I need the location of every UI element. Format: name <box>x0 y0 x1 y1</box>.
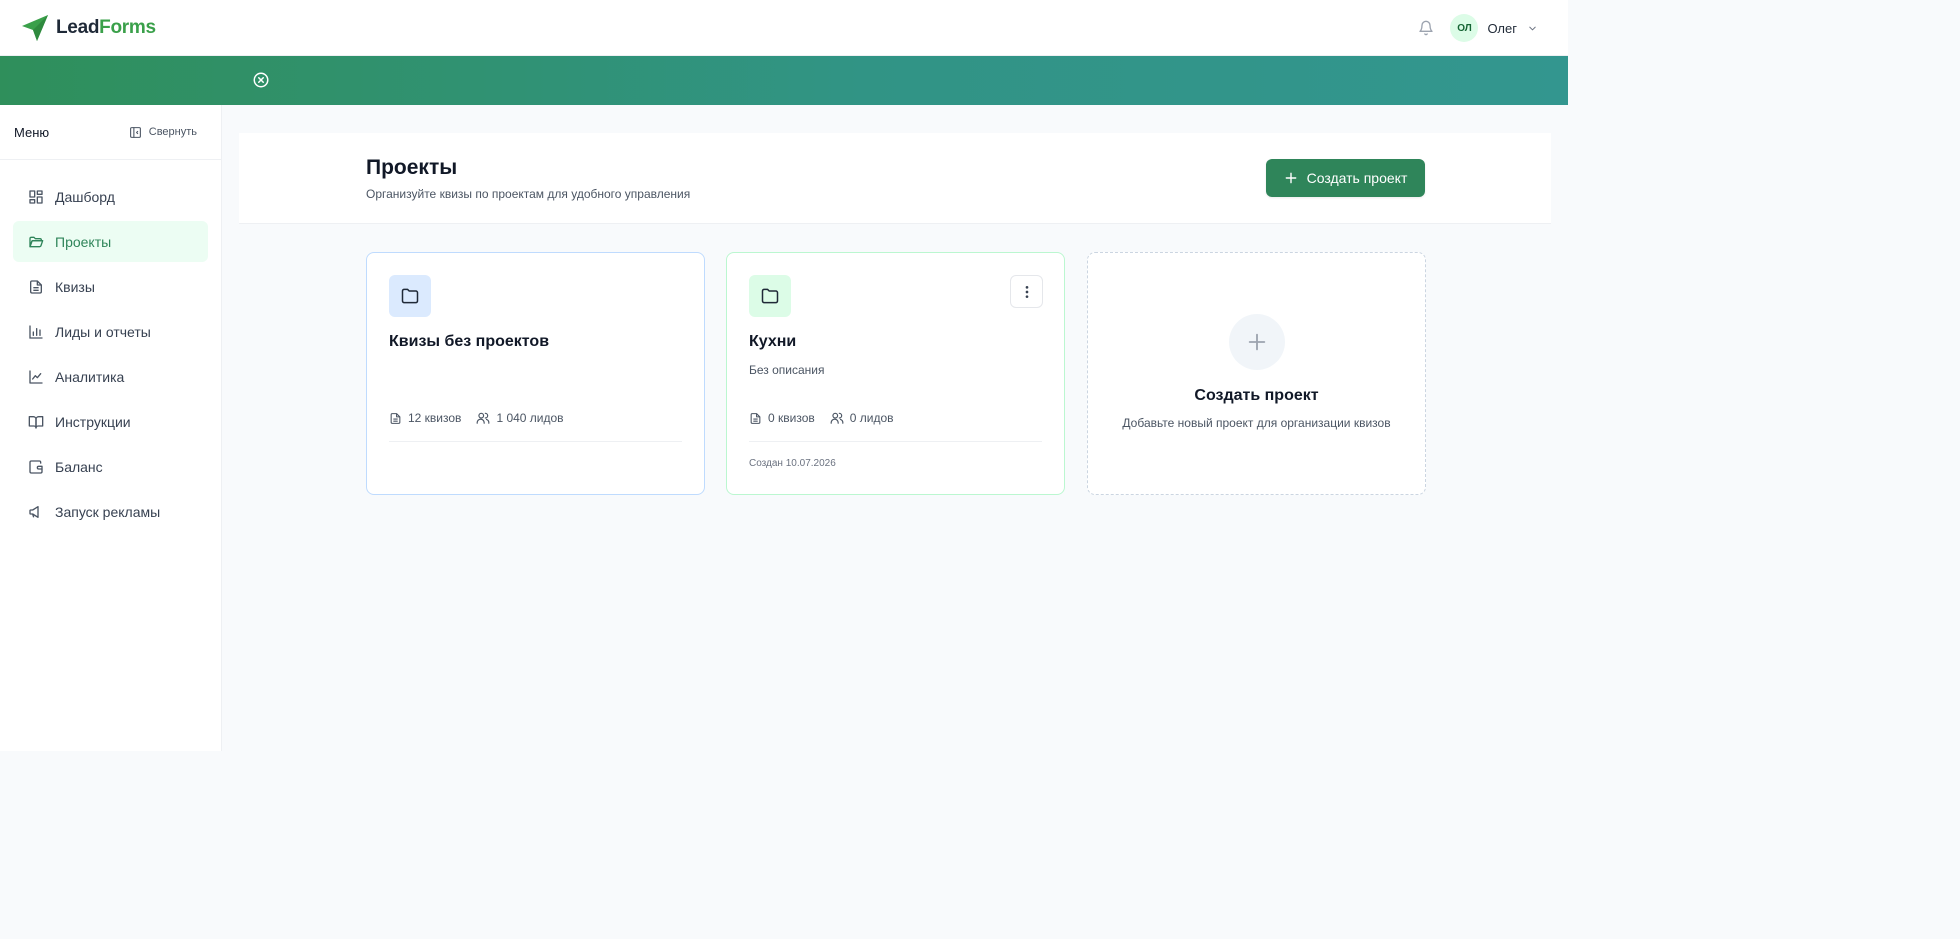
sidebar-item-label: Квизы <box>55 278 95 295</box>
sidebar-item-label: Аналитика <box>55 368 125 385</box>
menu-title: Меню <box>14 124 50 140</box>
add-project-title: Создать проект <box>1194 387 1319 404</box>
sidebar-item-instructions[interactable]: Инструкции <box>13 401 208 442</box>
collapse-label: Свернуть <box>148 126 197 138</box>
lead-count: 1 040 лидов <box>476 411 564 425</box>
users-icon <box>477 412 490 424</box>
promo-banner <box>0 56 1568 105</box>
user-name[interactable]: Олег <box>1487 21 1517 36</box>
document-icon <box>750 412 761 424</box>
sidebar-item-analytics[interactable]: Аналитика <box>13 356 208 397</box>
users-icon <box>830 412 844 424</box>
card-created-date: Создан 10.07.2026 <box>749 458 836 469</box>
line-chart-icon <box>29 369 43 384</box>
add-project-circle <box>1229 314 1285 370</box>
more-options-icon[interactable] <box>1010 275 1043 308</box>
folder-icon <box>389 275 431 317</box>
logo-lead-text: Lead <box>56 17 100 38</box>
sidebar-item-label: Лиды и отчеты <box>55 323 151 340</box>
card-stats: 12 квизов 1 040 лидов <box>389 411 579 425</box>
sidebar-item-label: Запуск рекламы <box>55 503 161 520</box>
project-card-no-project[interactable]: Квизы без проектов 12 квизов 1 040 лидов <box>366 252 705 495</box>
notification-bell-icon[interactable] <box>1418 20 1434 36</box>
logo-arrow-icon <box>20 13 50 43</box>
header-user-area: ОЛ Олег <box>1418 14 1538 42</box>
quiz-count-text: 12 квизов <box>408 411 462 425</box>
card-stats: 0 квизов 0 лидов <box>749 411 909 425</box>
sidebar-header: Меню Свернуть <box>0 105 221 160</box>
user-avatar[interactable]: ОЛ <box>1450 14 1479 42</box>
card-title: Кухни <box>749 333 797 350</box>
logo-text: LeadForms <box>56 17 156 39</box>
lead-count: 0 лидов <box>830 411 894 425</box>
book-icon <box>28 415 44 429</box>
quiz-count-text: 0 квизов <box>768 411 815 425</box>
sidebar-item-ads[interactable]: Запуск рекламы <box>13 491 208 532</box>
card-description: Без описания <box>749 363 825 377</box>
chevron-down-icon[interactable] <box>1527 23 1538 34</box>
close-banner-icon[interactable] <box>252 71 270 89</box>
megaphone-icon <box>29 505 39 518</box>
quiz-count: 0 квизов <box>749 411 815 425</box>
add-project-card[interactable]: Создать проект Добавьте новый проект для… <box>1087 252 1426 495</box>
quiz-count: 12 квизов <box>389 411 461 425</box>
lead-count-text: 0 лидов <box>849 411 894 425</box>
logo-forms-text: Forms <box>99 17 156 38</box>
bar-chart-icon <box>29 324 43 339</box>
plus-icon <box>1285 172 1296 184</box>
sidebar-nav: Дашборд Проекты Квизы Лиды и отчеты Анал… <box>0 160 221 532</box>
sidebar: Меню Свернуть Дашборд Проекты Квизы Лиды… <box>0 105 222 751</box>
lead-count-text: 1 040 лидов <box>496 411 564 425</box>
project-card-kitchens[interactable]: Кухни Без описания 0 квизов 0 лидов Созд… <box>726 252 1065 495</box>
sidebar-item-label: Дашборд <box>55 188 115 205</box>
collapse-sidebar-button[interactable]: Свернуть <box>129 126 197 139</box>
card-title: Квизы без проектов <box>389 333 550 350</box>
folder-icon <box>749 275 791 317</box>
collapse-panel-icon <box>129 126 141 138</box>
card-divider <box>389 441 682 442</box>
sidebar-item-quizzes[interactable]: Квизы <box>13 266 208 307</box>
create-project-button[interactable]: Создать проект <box>1266 159 1425 197</box>
dashboard-icon <box>29 189 43 204</box>
sidebar-item-leads[interactable]: Лиды и отчеты <box>13 311 208 352</box>
add-project-description: Добавьте новый проект для организации кв… <box>1122 416 1391 430</box>
sidebar-item-balance[interactable]: Баланс <box>13 446 208 487</box>
plus-icon <box>1248 333 1266 351</box>
sidebar-item-label: Баланс <box>55 458 103 475</box>
sidebar-item-label: Проекты <box>55 233 112 250</box>
logo[interactable]: LeadForms <box>20 13 156 43</box>
sidebar-item-projects[interactable]: Проекты <box>13 221 208 262</box>
wallet-icon <box>29 459 43 474</box>
document-icon <box>390 412 401 424</box>
document-icon <box>30 279 42 294</box>
top-header: LeadForms ОЛ Олег <box>0 0 1568 56</box>
create-project-label: Создать проект <box>1306 170 1408 186</box>
sidebar-item-dashboard[interactable]: Дашборд <box>13 176 208 217</box>
page-header: Проекты Организуйте квизы по проектам дл… <box>239 133 1551 224</box>
folder-open-icon <box>29 236 44 247</box>
page-title: Проекты <box>366 156 458 179</box>
card-divider <box>749 441 1042 442</box>
sidebar-item-label: Инструкции <box>55 413 131 430</box>
page-subtitle: Организуйте квизы по проектам для удобно… <box>366 187 691 201</box>
